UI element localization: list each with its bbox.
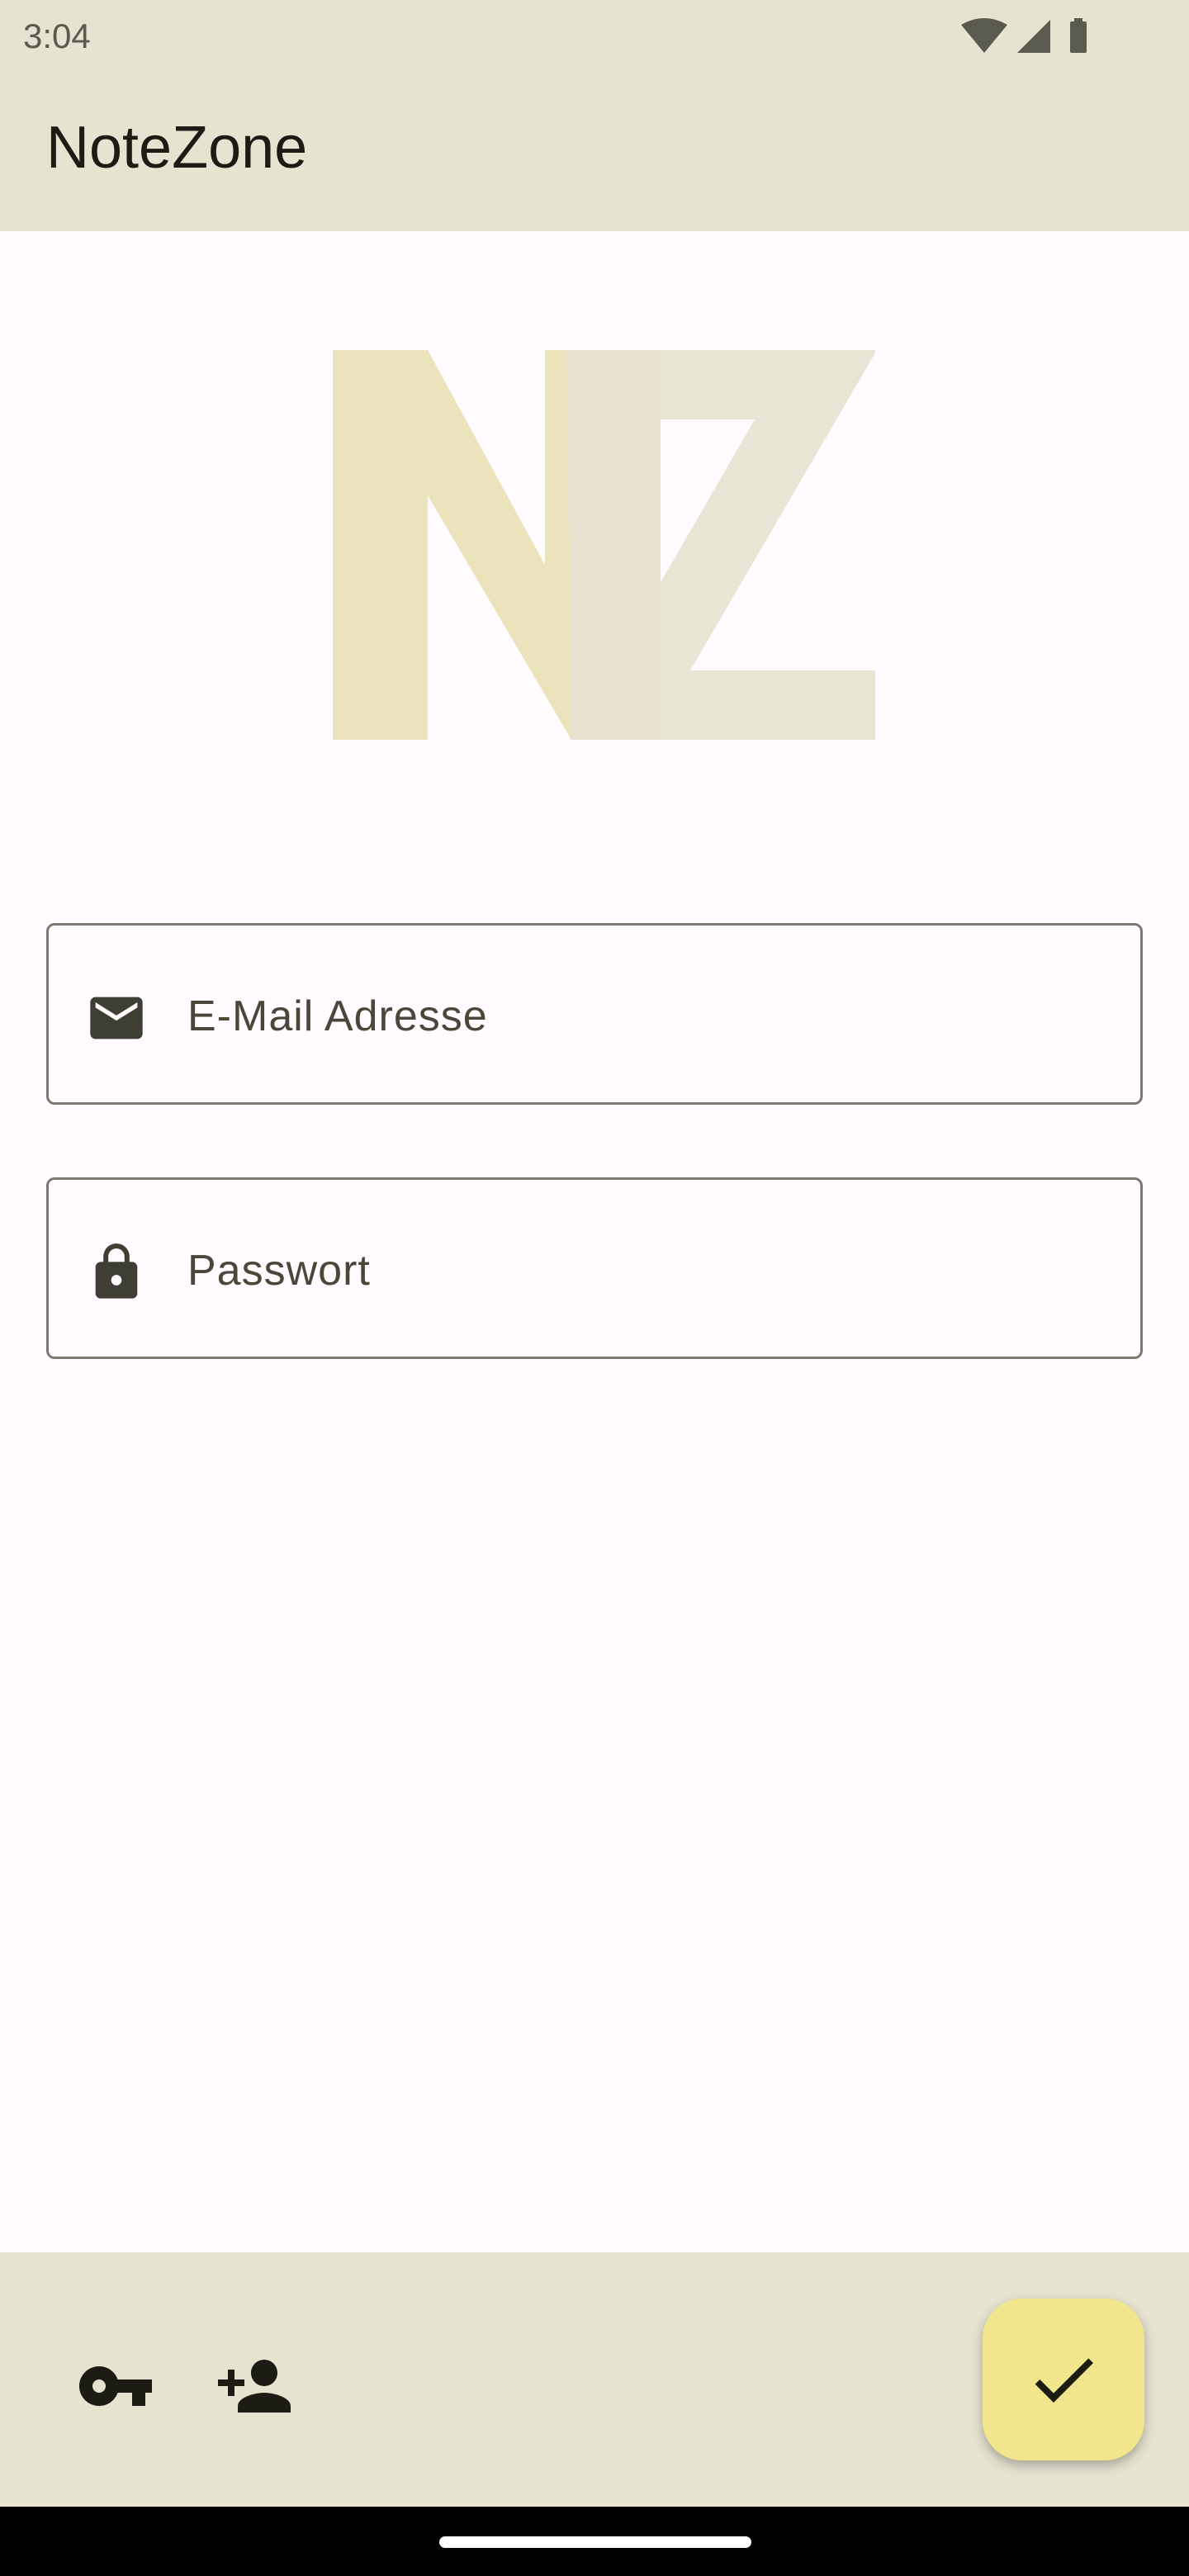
email-placeholder: E-Mail Adresse <box>187 992 488 1040</box>
login-fab[interactable] <box>983 2299 1144 2460</box>
password-placeholder: Passwort <box>187 1247 371 1295</box>
top-app-bar: NoteZone <box>0 73 1189 231</box>
status-icons <box>961 18 1087 53</box>
register-button[interactable] <box>215 2346 294 2426</box>
status-bar: 3:04 <box>0 0 1189 73</box>
signal-icon <box>1017 20 1050 53</box>
battery-icon <box>1070 18 1087 53</box>
wifi-icon <box>961 18 1007 53</box>
key-icon <box>79 2366 152 2406</box>
email-field[interactable]: E-Mail Adresse <box>46 923 1143 1105</box>
lock-icon <box>95 1243 138 1299</box>
bottom-app-bar <box>0 2252 1189 2507</box>
status-time: 3:04 <box>23 17 91 55</box>
password-field[interactable]: Passwort <box>46 1177 1143 1359</box>
forgot-password-button[interactable] <box>76 2346 155 2426</box>
app-title: NoteZone <box>46 115 308 181</box>
mail-icon <box>90 997 143 1039</box>
check-icon <box>1035 2358 1093 2403</box>
notezone-logo <box>333 350 875 740</box>
home-gesture-handle[interactable] <box>439 2536 751 2548</box>
logo-letter-z <box>566 350 875 740</box>
person-add-icon <box>218 2360 291 2413</box>
system-navigation-bar <box>0 2507 1189 2576</box>
